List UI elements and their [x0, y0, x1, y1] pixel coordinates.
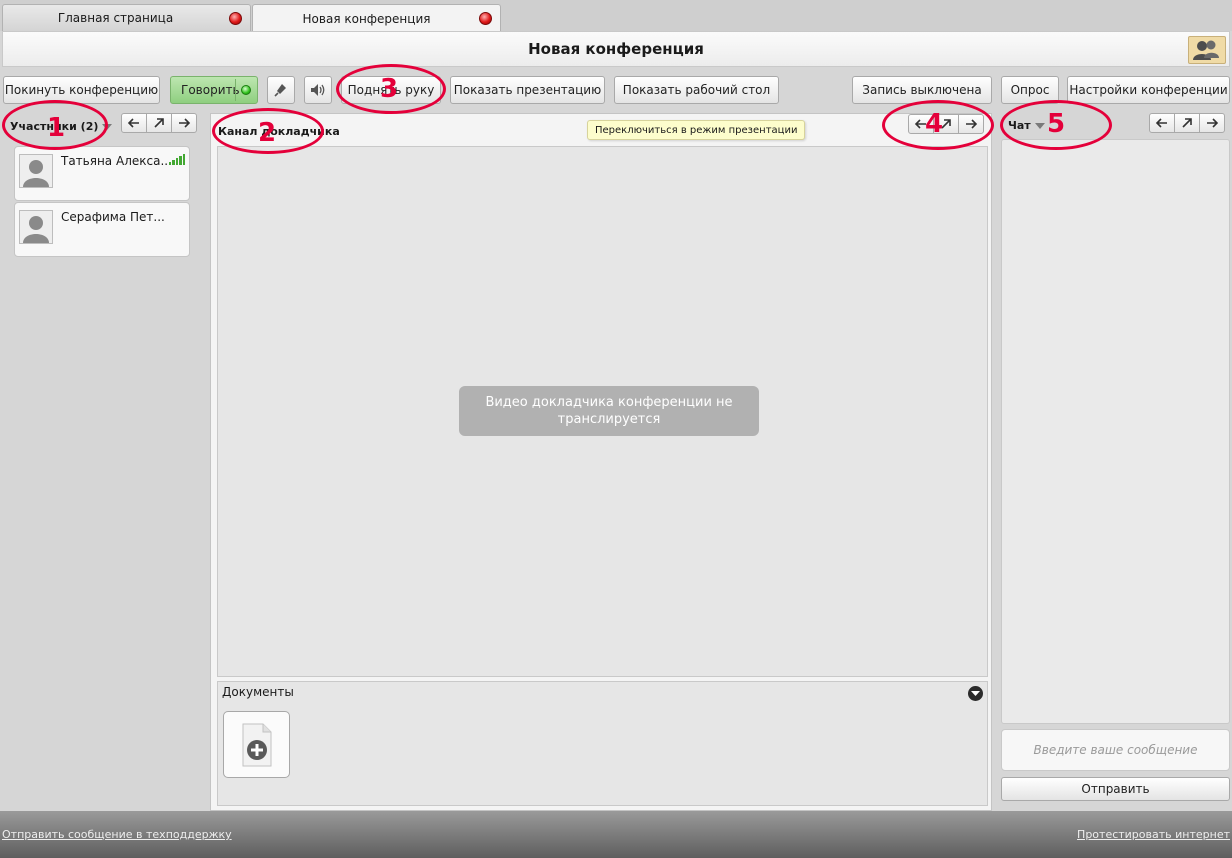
chat-label: Чат	[1008, 119, 1031, 132]
poll-button[interactable]: Опрос	[1001, 76, 1059, 104]
documents-label: Документы	[222, 685, 294, 699]
popout-button[interactable]	[1174, 113, 1200, 133]
speaker-button[interactable]	[304, 76, 332, 104]
microphone-icon	[274, 84, 286, 97]
participant-name: Татьяна Алекса...	[61, 154, 172, 168]
arrow-left-icon	[127, 118, 139, 128]
participant-card[interactable]: Татьяна Алекса...	[14, 146, 190, 201]
arrow-up-right-icon	[154, 118, 164, 128]
user-silhouette-icon	[23, 216, 49, 243]
arrow-right-icon	[179, 118, 191, 128]
chat-panel: Чат Отправить	[1001, 113, 1231, 811]
tab-new-conference[interactable]: Новая конференция	[252, 4, 501, 32]
footer: Отправить сообщение в техподдержку Проте…	[0, 811, 1232, 858]
add-document-button[interactable]	[223, 711, 290, 778]
arrow-right-icon	[1207, 118, 1219, 128]
documents-area: Документы	[217, 681, 988, 806]
participants-panel: Участники (2) Татьяна Алекса... Серафима…	[0, 113, 205, 811]
participant-name: Серафима Пет...	[61, 210, 165, 224]
annotation-number-2: 2	[258, 118, 277, 148]
dock-right-button[interactable]	[171, 113, 197, 133]
participant-card[interactable]: Серафима Пет...	[14, 202, 190, 257]
tab-home-label: Главная страница	[57, 11, 174, 25]
arrow-right-icon	[966, 119, 978, 129]
presentation-mode-tooltip: Переключиться в режим презентации	[587, 120, 806, 140]
annotation-number-3: 3	[380, 74, 399, 104]
chat-header[interactable]: Чат	[1008, 119, 1045, 132]
recording-button[interactable]: Запись выключена	[852, 76, 992, 104]
close-icon[interactable]	[479, 12, 492, 25]
tab-home[interactable]: Главная страница	[2, 4, 251, 31]
annotation-number-4: 4	[925, 109, 944, 139]
chat-message-input[interactable]	[1001, 729, 1230, 771]
signal-strength-icon	[169, 153, 186, 165]
show-presentation-button[interactable]: Показать презентацию	[450, 76, 605, 104]
speaker-icon	[311, 84, 325, 96]
avatar	[19, 154, 53, 188]
speak-label: Говорить	[181, 83, 240, 97]
annotation-number-5: 5	[1047, 109, 1066, 139]
page-title: Новая конференция	[528, 40, 704, 58]
speak-button[interactable]: Говорить	[170, 76, 258, 104]
arrow-up-right-icon	[1182, 118, 1192, 128]
leave-conference-button[interactable]: Покинуть конференцию	[3, 76, 160, 104]
participants-nav	[121, 113, 197, 133]
arrow-left-icon	[1155, 118, 1167, 128]
conference-settings-button[interactable]: Настройки конференции	[1067, 76, 1230, 104]
avatar	[19, 210, 53, 244]
chevron-down-icon[interactable]	[1034, 122, 1045, 130]
chat-message-log[interactable]	[1001, 139, 1230, 724]
conference-users-icon	[1188, 36, 1226, 64]
dock-left-button[interactable]	[121, 113, 147, 133]
dock-left-button[interactable]	[1149, 113, 1175, 133]
support-link[interactable]: Отправить сообщение в техподдержку	[2, 828, 232, 841]
conference-header: Новая конференция	[2, 31, 1230, 67]
video-status-message: Видео докладчика конференции не транслир…	[459, 386, 759, 436]
tab-new-conference-label: Новая конференция	[302, 11, 431, 26]
speaker-video-area: Видео докладчика конференции не транслир…	[217, 146, 988, 677]
add-document-icon	[242, 723, 271, 766]
chevron-down-icon[interactable]	[102, 123, 113, 131]
close-icon[interactable]	[229, 12, 242, 25]
dock-right-button[interactable]	[1199, 113, 1225, 133]
annotation-number-1: 1	[47, 113, 66, 143]
popout-button[interactable]	[146, 113, 172, 133]
user-silhouette-icon	[23, 160, 49, 187]
speaker-nav	[908, 114, 984, 134]
tab-bar: Главная страница Новая конференция	[0, 0, 1232, 32]
send-message-button[interactable]: Отправить	[1001, 777, 1230, 801]
microphone-button[interactable]	[267, 76, 295, 104]
chevron-down-icon[interactable]	[968, 686, 983, 701]
speak-status-icon	[235, 79, 255, 101]
speaker-channel-label: Канал докладчика	[218, 125, 340, 138]
dock-right-button[interactable]	[958, 114, 984, 134]
chat-nav	[1149, 113, 1225, 133]
show-desktop-button[interactable]: Показать рабочий стол	[614, 76, 779, 104]
test-internet-link[interactable]: Протестировать интернет	[1077, 828, 1230, 841]
speaker-panel: Канал докладчика Переключиться в режим п…	[210, 113, 992, 811]
